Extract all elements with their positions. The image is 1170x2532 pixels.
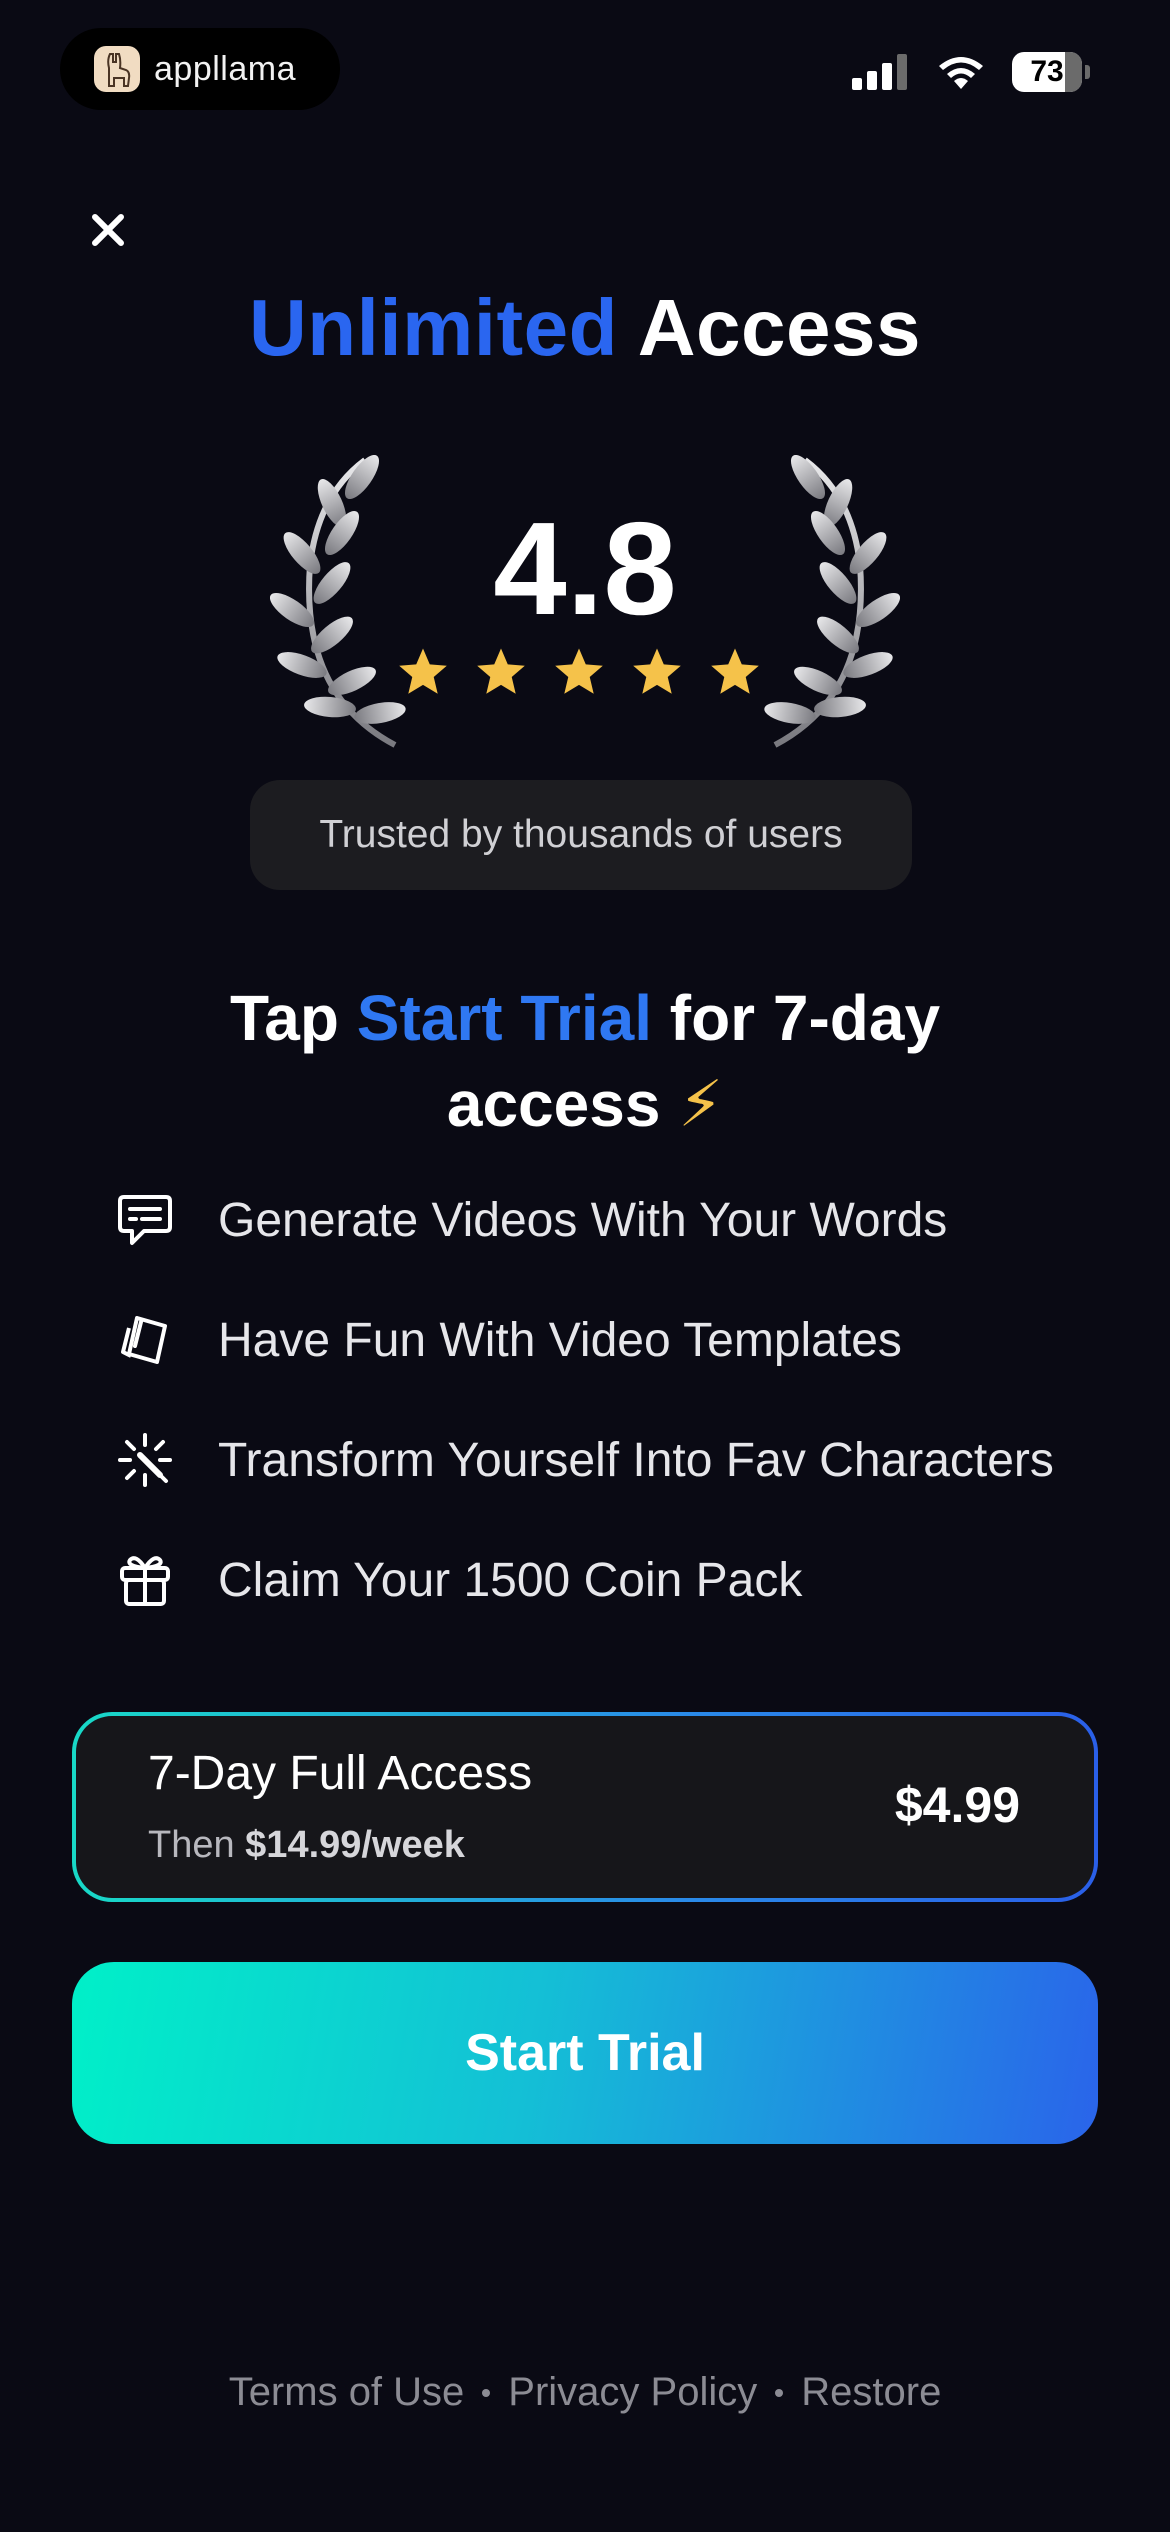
headline-prefix: Tap [229,982,357,1054]
title-accent: Unlimited [249,283,618,372]
star-icon [711,648,759,694]
wifi-icon [939,57,983,89]
footer-links: Terms of Use Privacy Policy Restore [0,2370,1170,2415]
start-trial-button[interactable]: Start Trial [72,1962,1098,2144]
plan-then-label: Then [148,1824,246,1866]
headline-accent: Start Trial [356,982,652,1054]
app-name: appllama [154,49,296,88]
feature-item: Generate Videos With Your Words [110,1180,947,1260]
cellular-signal-icon [852,54,907,90]
trusted-badge: Trusted by thousands of users [250,780,912,890]
plan-option-card[interactable]: 7-Day Full Access Then $14.99/week $4.99 [72,1712,1098,1902]
llama-logo-icon [94,46,140,92]
app-badge: appllama [60,28,340,110]
plan-price: $4.99 [894,1777,1020,1833]
plan-name: 7-Day Full Access [148,1747,533,1800]
privacy-link[interactable]: Privacy Policy [508,2370,757,2415]
feature-label: Claim Your 1500 Coin Pack [218,1553,803,1607]
layers-icon [110,1305,180,1375]
feature-label: Generate Videos With Your Words [218,1193,948,1247]
restore-link[interactable]: Restore [801,2370,941,2415]
star-icon [399,648,447,694]
feature-item: Have Fun With Video Templates [110,1300,902,1380]
separator-dot [775,2388,784,2397]
feature-label: Have Fun With Video Templates [218,1313,902,1367]
feature-label: Transform Yourself Into Fav Characters [218,1433,1054,1487]
page-title: Unlimited Access [0,282,1170,374]
separator-dot [482,2388,491,2397]
star-rating [395,645,763,701]
plan-renewal-price: $14.99/week [245,1824,465,1866]
sparkle-icon [110,1425,180,1495]
chat-bubble-icon [110,1185,180,1255]
plan-renewal: Then $14.99/week [148,1824,465,1867]
plan-card-inner: 7-Day Full Access Then $14.99/week $4.99 [76,1716,1094,1898]
close-button[interactable] [86,208,130,252]
status-icons: 73 [852,52,1090,92]
star-icon [477,648,525,694]
battery-level: 73 [1030,55,1064,88]
gift-icon [110,1545,180,1615]
lightning-icon: ⚡ [678,1068,724,1140]
battery-icon: 73 [1012,52,1090,92]
title-rest: Access [617,283,921,372]
star-icon [633,648,681,694]
rating-laurel: 4.8 [270,455,900,755]
feature-item: Claim Your 1500 Coin Pack [110,1540,802,1620]
trial-headline: Tap Start Trial for 7-day access ⚡ [150,975,1020,1147]
feature-item: Transform Yourself Into Fav Characters [110,1420,1054,1500]
close-icon [92,214,124,246]
star-icon [555,648,603,694]
terms-link[interactable]: Terms of Use [229,2370,465,2415]
rating-value: 4.8 [493,495,677,642]
